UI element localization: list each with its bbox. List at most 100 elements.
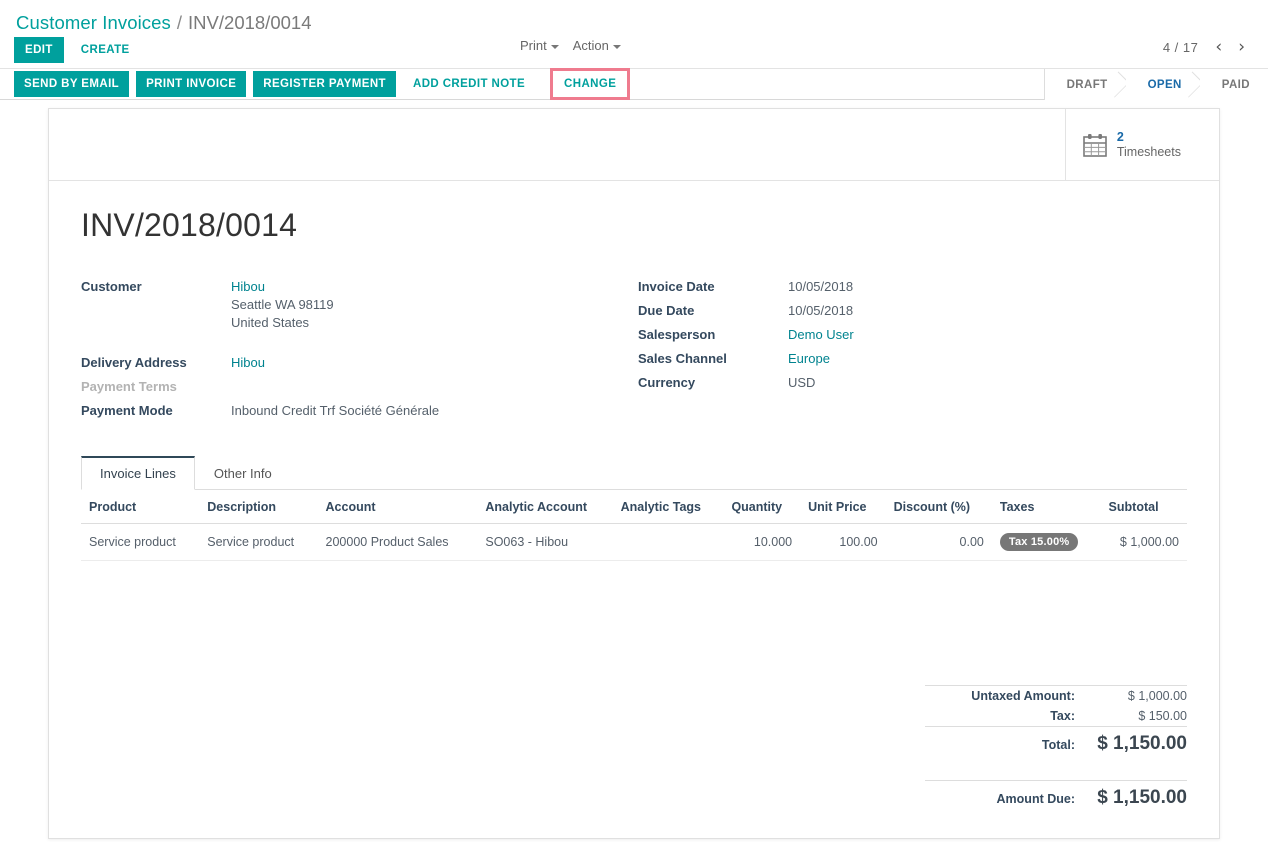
sheet-body: INV/2018/0014 Customer Hibou Seattle WA … xyxy=(49,181,1219,838)
amount-due-label: Amount Due: xyxy=(996,792,1075,806)
invoice-lines-table: Product Description Account Analytic Acc… xyxy=(81,490,1187,561)
salesperson-link[interactable]: Demo User xyxy=(788,326,854,346)
field-payment-terms: Payment Terms xyxy=(81,378,634,398)
customer-link[interactable]: Hibou xyxy=(231,279,265,294)
edit-button[interactable]: EDIT xyxy=(14,37,64,63)
field-customer: Customer Hibou Seattle WA 98119 United S… xyxy=(81,278,634,332)
pager-counter: 4 / 17 xyxy=(1162,39,1199,55)
column-header-description: Description xyxy=(199,490,318,524)
add-credit-note-button[interactable]: ADD CREDIT NOTE xyxy=(403,71,535,97)
timesheets-count: 2 xyxy=(1116,129,1124,144)
field-salesperson: Salesperson Demo User xyxy=(638,326,1187,346)
lines-empty-space xyxy=(81,561,1187,671)
cell-analytic-tags xyxy=(612,523,724,561)
breadcrumb-current: INV/2018/0014 xyxy=(188,12,312,33)
pager-previous-icon[interactable]: ‹ xyxy=(1208,38,1229,56)
breadcrumb: Customer Invoices / INV/2018/0014 xyxy=(0,0,1268,34)
total-tax-value: $ 150.00 xyxy=(1138,709,1187,723)
field-salesperson-label: Salesperson xyxy=(638,327,716,342)
status-open[interactable]: OPEN xyxy=(1125,69,1204,100)
cell-subtotal: $ 1,000.00 xyxy=(1100,523,1187,561)
status-open-label: OPEN xyxy=(1147,78,1182,91)
calendar-icon xyxy=(1083,133,1107,157)
tab-invoice-lines[interactable]: Invoice Lines xyxy=(81,456,195,490)
status-paid-label: PAID xyxy=(1221,78,1250,91)
cell-unit-price: 100.00 xyxy=(800,523,886,561)
change-button[interactable]: CHANGE xyxy=(550,68,631,100)
status-draft[interactable]: DRAFT xyxy=(1044,69,1130,100)
field-delivery-address: Delivery Address Hibou xyxy=(81,354,634,374)
send-by-email-button[interactable]: SEND BY EMAIL xyxy=(14,71,130,97)
sales-channel-link[interactable]: Europe xyxy=(788,350,830,370)
tab-other-info[interactable]: Other Info xyxy=(195,456,291,490)
pager-next-icon[interactable]: › xyxy=(1231,38,1252,56)
field-invoice-date-label: Invoice Date xyxy=(638,279,715,294)
status-paid[interactable]: PAID xyxy=(1199,69,1268,100)
total-amount-label: Total: xyxy=(1041,738,1075,752)
total-untaxed-amount-value: $ 1,000.00 xyxy=(1127,689,1187,703)
print-dropdown-label: Print xyxy=(520,38,547,53)
field-due-date-value: 10/05/2018 xyxy=(788,303,854,318)
field-sales-channel: Sales Channel Europe xyxy=(638,350,1187,370)
control-panel: Customer Invoices / INV/2018/0014 EDIT C… xyxy=(0,0,1268,100)
cell-description: Service product xyxy=(199,523,318,561)
totals-block: Untaxed Amount: $ 1,000.00 Tax: $ 150.00… xyxy=(925,685,1187,812)
cell-analytic-account: SO063 - Hibou xyxy=(477,523,613,561)
total-untaxed-amount: Untaxed Amount: $ 1,000.00 xyxy=(925,686,1187,706)
column-header-quantity: Quantity xyxy=(723,490,801,524)
cell-taxes: Tax 15.00% xyxy=(991,523,1101,561)
column-header-product: Product xyxy=(81,490,200,524)
column-header-taxes: Taxes xyxy=(991,490,1101,524)
total-amount: Total: $ 1,150.00 xyxy=(925,727,1187,758)
workflow-button-bar: SEND BY EMAIL PRINT INVOICE REGISTER PAY… xyxy=(0,68,1268,100)
field-customer-label: Customer xyxy=(81,279,142,294)
field-delivery-address-label: Delivery Address xyxy=(81,355,187,370)
timesheets-stat-button[interactable]: 2 Timesheets xyxy=(1064,109,1219,180)
cell-account: 200000 Product Sales xyxy=(317,523,478,561)
column-header-discount: Discount (%) xyxy=(885,490,992,524)
column-header-analytic-account: Analytic Account xyxy=(477,490,613,524)
total-amount-value: $ 1,150.00 xyxy=(1097,733,1187,754)
chevron-down-icon xyxy=(612,44,621,49)
form-column-left: Customer Hibou Seattle WA 98119 United S… xyxy=(81,278,634,426)
pager: 4 / 17 ‹ › xyxy=(1163,38,1252,56)
field-currency-label: Currency xyxy=(638,375,696,390)
record-sheet: 2 Timesheets INV/2018/0014 Customer Hibo… xyxy=(48,108,1220,839)
cell-quantity: 10.000 xyxy=(723,523,801,561)
field-invoice-date: Invoice Date 10/05/2018 xyxy=(638,278,1187,298)
field-due-date-label: Due Date xyxy=(638,303,695,318)
breadcrumb-root-link[interactable]: Customer Invoices xyxy=(16,12,171,34)
control-panel-buttons: EDIT CREATE Print Action 4 / 17 ‹ › xyxy=(0,32,1268,68)
action-dropdown[interactable]: Action xyxy=(573,38,621,53)
column-header-analytic-tags: Analytic Tags xyxy=(612,490,724,524)
field-customer-value: Hibou Seattle WA 98119 United States xyxy=(231,278,334,332)
field-payment-mode: Payment Mode Inbound Credit Trf Société … xyxy=(81,402,634,422)
control-panel-dropdowns: Print Action xyxy=(520,38,621,53)
delivery-address-link[interactable]: Hibou xyxy=(231,354,265,374)
action-dropdown-label: Action xyxy=(572,38,609,53)
cell-discount: 0.00 xyxy=(885,523,992,561)
table-row[interactable]: Service product Service product 200000 P… xyxy=(81,523,1187,561)
field-currency: Currency USD xyxy=(638,374,1187,394)
field-currency-value: USD xyxy=(788,375,816,390)
customer-address-line-2: United States xyxy=(231,315,310,330)
field-payment-terms-label: Payment Terms xyxy=(81,379,177,394)
register-payment-button[interactable]: REGISTER PAYMENT xyxy=(253,71,396,97)
form-column-right: Invoice Date 10/05/2018 Due Date 10/05/2… xyxy=(634,278,1187,426)
print-invoice-button[interactable]: PRINT INVOICE xyxy=(136,71,247,97)
column-header-account: Account xyxy=(317,490,478,524)
status-badge: Tax 15.00% xyxy=(999,533,1079,551)
cell-product: Service product xyxy=(81,523,200,561)
total-tax-label: Tax: xyxy=(1050,709,1075,723)
timesheets-label: Timesheets xyxy=(1116,144,1181,159)
field-payment-mode-label: Payment Mode xyxy=(81,403,173,418)
form-fields: Customer Hibou Seattle WA 98119 United S… xyxy=(81,278,1187,426)
field-payment-mode-value: Inbound Credit Trf Société Générale xyxy=(231,403,440,418)
amount-due: Amount Due: $ 1,150.00 xyxy=(925,781,1187,812)
customer-address-line-1: Seattle WA 98119 xyxy=(231,297,334,312)
table-header-row: Product Description Account Analytic Acc… xyxy=(81,490,1187,524)
print-dropdown[interactable]: Print xyxy=(520,38,559,53)
create-button[interactable]: CREATE xyxy=(70,37,141,63)
total-tax: Tax: $ 150.00 xyxy=(925,706,1187,726)
field-sales-channel-label: Sales Channel xyxy=(638,351,727,366)
